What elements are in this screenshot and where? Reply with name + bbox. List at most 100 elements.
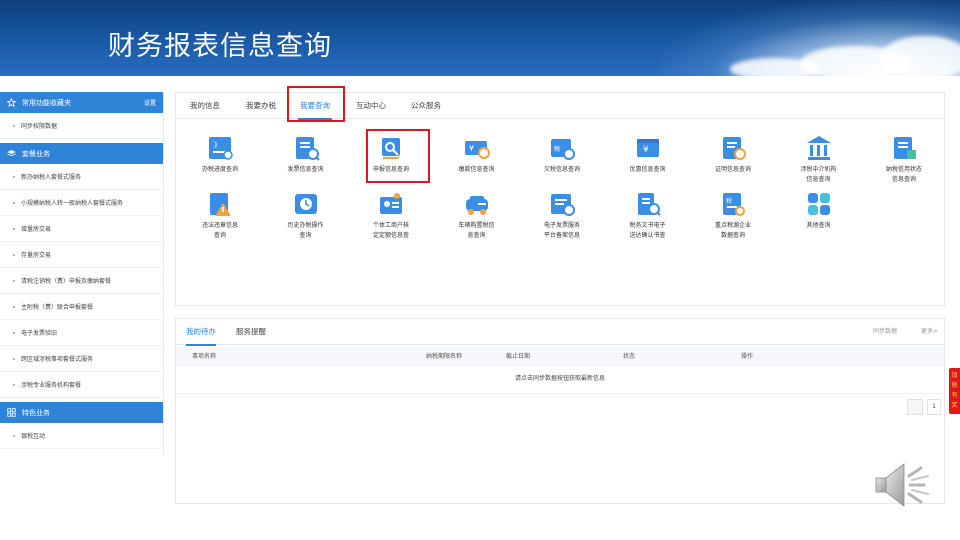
sidebar-item[interactable]: 跨区域涉税事项套餐式服务	[0, 346, 163, 372]
sidebar-header-favorites[interactable]: 常用功能收藏夹 设置	[0, 92, 163, 113]
arrears-query-icon: 税	[548, 135, 576, 161]
sidebar-item[interactable]: 存量房交易	[0, 242, 163, 268]
service-label: 违法违章信息 查询	[201, 222, 238, 239]
bullet-dot	[13, 305, 15, 308]
sidebar-item-label: 小规模纳税人转一般纳税人套餐式服务	[21, 200, 124, 207]
floating-tab-label: 加税有奖	[951, 372, 958, 409]
tab-my-info[interactable]: 我的信息	[182, 93, 228, 119]
star-icon	[7, 98, 16, 107]
service-tile[interactable]: 涉税中介机构 信息查询	[783, 135, 855, 185]
pager-page-number[interactable]: 1	[927, 399, 941, 415]
violation-warning-icon	[206, 191, 234, 217]
tax-document-icon	[634, 191, 662, 217]
preferential-query-icon: ¥	[634, 135, 662, 161]
bullet-dot	[13, 331, 15, 334]
service-tile[interactable]: ¥ 优惠信息查询	[612, 135, 684, 175]
bullet-dot	[13, 201, 15, 204]
sidebar-item-label: 主附税（费）联合申报套餐	[21, 304, 94, 311]
table-divider	[176, 393, 944, 394]
column-header: 纳税期限名称	[426, 353, 463, 360]
service-label: 发票信息查询	[287, 166, 324, 173]
certificate-query-icon	[719, 135, 747, 161]
service-tile[interactable]: 税务文书电子 送达确认书查	[612, 191, 684, 241]
sidebar-item[interactable]: 增量房交易	[0, 216, 163, 242]
column-header: 状态	[623, 353, 636, 360]
service-label: 涉税中介机构 信息查询	[800, 166, 837, 183]
svg-text:》: 》	[214, 141, 221, 149]
sidebar-item-label: 新办纳税人套餐式服务	[21, 174, 82, 181]
sidebar-header-label: 常用功能收藏夹	[22, 98, 71, 107]
tab-public-service[interactable]: 公众服务	[402, 93, 450, 119]
service-tile[interactable]: ¥ 缴款信息查询	[441, 135, 513, 175]
service-tile[interactable]: 纳税信用状态 信息查询	[868, 135, 940, 185]
service-label: 车辆购置税信 息查询	[458, 222, 495, 239]
service-label: 其他查询	[806, 222, 831, 229]
sidebar-item-sync-permissions[interactable]: 同步权限数据	[0, 113, 163, 139]
sidebar-item[interactable]: 清税注销税（费）申报及缴纳套餐	[0, 268, 163, 294]
service-label: 缴款信息查询	[458, 166, 495, 173]
service-tile[interactable]: 》办税进度查询	[184, 135, 256, 175]
individual-business-icon	[377, 191, 405, 217]
sidebar-item-label: 涉税专业服务机构套餐	[21, 382, 82, 389]
more-link[interactable]: 更多>	[921, 319, 938, 345]
sidebar-item[interactable]: 电子发票验旧	[0, 320, 163, 346]
svg-text:¥: ¥	[469, 144, 474, 153]
service-tile[interactable]: 其他查询	[783, 191, 855, 231]
bullet-dot	[13, 383, 15, 386]
sidebar-item[interactable]: 新办纳税人套餐式服务	[0, 164, 163, 190]
sidebar-item[interactable]: 小规模纳税人转一般纳税人套餐式服务	[0, 190, 163, 216]
layers-icon	[7, 149, 16, 158]
service-tile[interactable]: 个体工商户核 定定额信息查	[355, 191, 427, 241]
sidebar-header-special[interactable]: 特色业务	[0, 402, 163, 423]
sidebar-item-label: 增量房交易	[21, 226, 52, 233]
sidebar-item[interactable]: 主附税（费）联合申报套餐	[0, 294, 163, 320]
tab-service-reminder[interactable]: 服务提醒	[236, 319, 266, 345]
bullet-dot	[13, 279, 15, 282]
sidebar-header-packages[interactable]: 套餐业务	[0, 143, 163, 164]
tab-my-todo[interactable]: 我的待办	[186, 319, 216, 346]
sync-data-button[interactable]: 同步数据	[873, 319, 897, 345]
tab-tax-handling[interactable]: 我要办税	[238, 93, 284, 119]
service-label: 重点税源企业 数据查询	[714, 222, 751, 239]
service-tile[interactable]: 违法违章信息 查询	[184, 191, 256, 241]
service-label: 历史办税操作 查询	[287, 222, 324, 239]
sidebar-header-label: 特色业务	[22, 408, 50, 417]
payment-query-icon: ¥	[463, 135, 491, 161]
key-tax-source-icon: 税	[719, 191, 747, 217]
service-tile[interactable]: 历史办税操作 查询	[270, 191, 342, 241]
svg-text:税: 税	[726, 197, 732, 205]
other-query-grid-icon	[805, 191, 833, 217]
sidebar-item[interactable]: 涉税专业服务机构套餐	[0, 372, 163, 398]
service-label: 欠税信息查询	[543, 166, 580, 173]
sidebar-item-label: 银税互动	[21, 433, 46, 440]
sidebar-item-label: 同步权限数据	[21, 123, 58, 130]
grid-icon	[7, 408, 16, 417]
bullet-dot	[13, 253, 15, 256]
service-tile[interactable]: 税重点税源企业 数据查询	[697, 191, 769, 241]
sidebar-settings-link[interactable]: 设置	[144, 98, 156, 107]
service-tile[interactable]: 电子发票服务 平台备案信息	[526, 191, 598, 241]
tab-interaction[interactable]: 互动中心	[348, 93, 394, 119]
history-operation-icon	[292, 191, 320, 217]
sidebar-item[interactable]: 银税互动	[0, 423, 163, 449]
service-tile[interactable]: 发票信息查询	[270, 135, 342, 175]
slide-banner: 财务报表信息查询	[0, 0, 960, 76]
service-label: 优惠信息查询	[629, 166, 666, 173]
sidebar: 常用功能收藏夹 设置 同步权限数据 套餐业务 新办纳税人套餐式服务 小规模纳税人…	[0, 92, 164, 456]
column-header: 操作	[741, 353, 754, 360]
service-tile[interactable]: 税欠税信息查询	[526, 135, 598, 175]
floating-promo-tab[interactable]: 加税有奖	[949, 368, 960, 414]
e-invoice-platform-icon	[548, 191, 576, 217]
service-tile[interactable]: 证明信息查询	[697, 135, 769, 175]
svg-text:税: 税	[554, 145, 560, 153]
service-tile[interactable]: 车辆购置税信 息查询	[441, 191, 513, 241]
sidebar-item-label: 清税注销税（费）申报及缴纳套餐	[21, 278, 112, 285]
credit-status-icon	[890, 135, 918, 161]
bullet-dot	[13, 124, 15, 127]
service-label: 纳税信用状态 信息查询	[885, 166, 922, 183]
pager-prev-button[interactable]	[907, 399, 923, 415]
speaker-icon[interactable]	[872, 458, 936, 514]
sidebar-item-label: 存量房交易	[21, 252, 52, 259]
sidebar-item-label: 跨区域涉税事项套餐式服务	[21, 356, 94, 363]
todo-panel: 我的待办 服务提醒 同步数据 更多> 事项名称 纳税期限名称 截止日期 状态 操…	[175, 318, 945, 504]
